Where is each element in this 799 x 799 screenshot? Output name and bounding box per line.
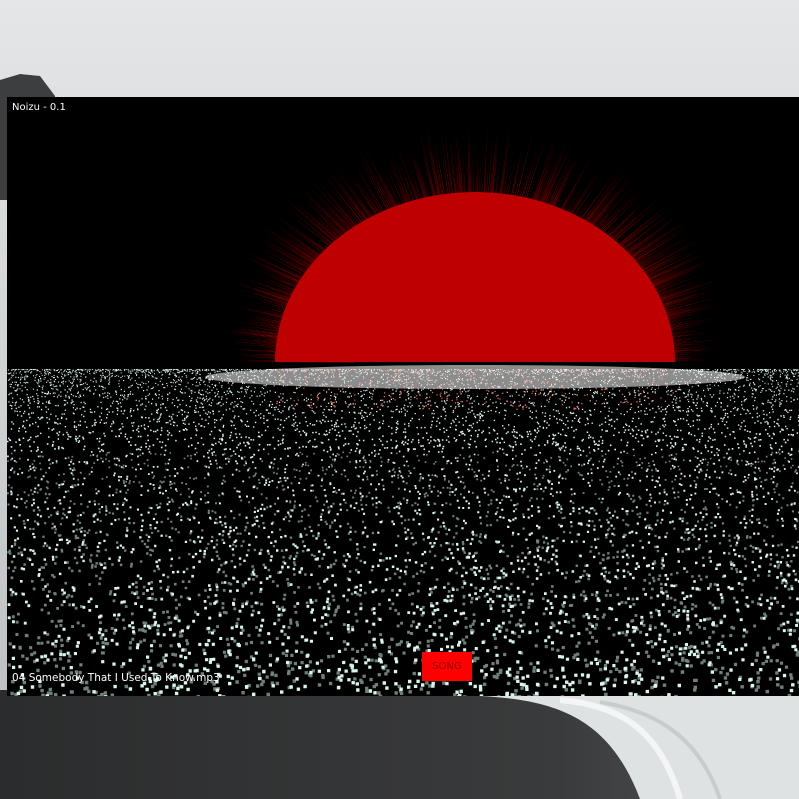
desktop: Noizu - 0.1 04 Somebody That I Used To K… xyxy=(0,0,799,799)
song-button[interactable]: SONG xyxy=(422,652,472,681)
window-title: Noizu - 0.1 xyxy=(12,102,66,113)
current-track-name: 04 Somebody That I Used To Know.mp3 xyxy=(12,672,220,684)
audio-visualizer-canvas xyxy=(7,97,799,696)
horizon-glow xyxy=(205,365,745,389)
noizu-app-window[interactable]: Noizu - 0.1 04 Somebody That I Used To K… xyxy=(7,97,799,696)
